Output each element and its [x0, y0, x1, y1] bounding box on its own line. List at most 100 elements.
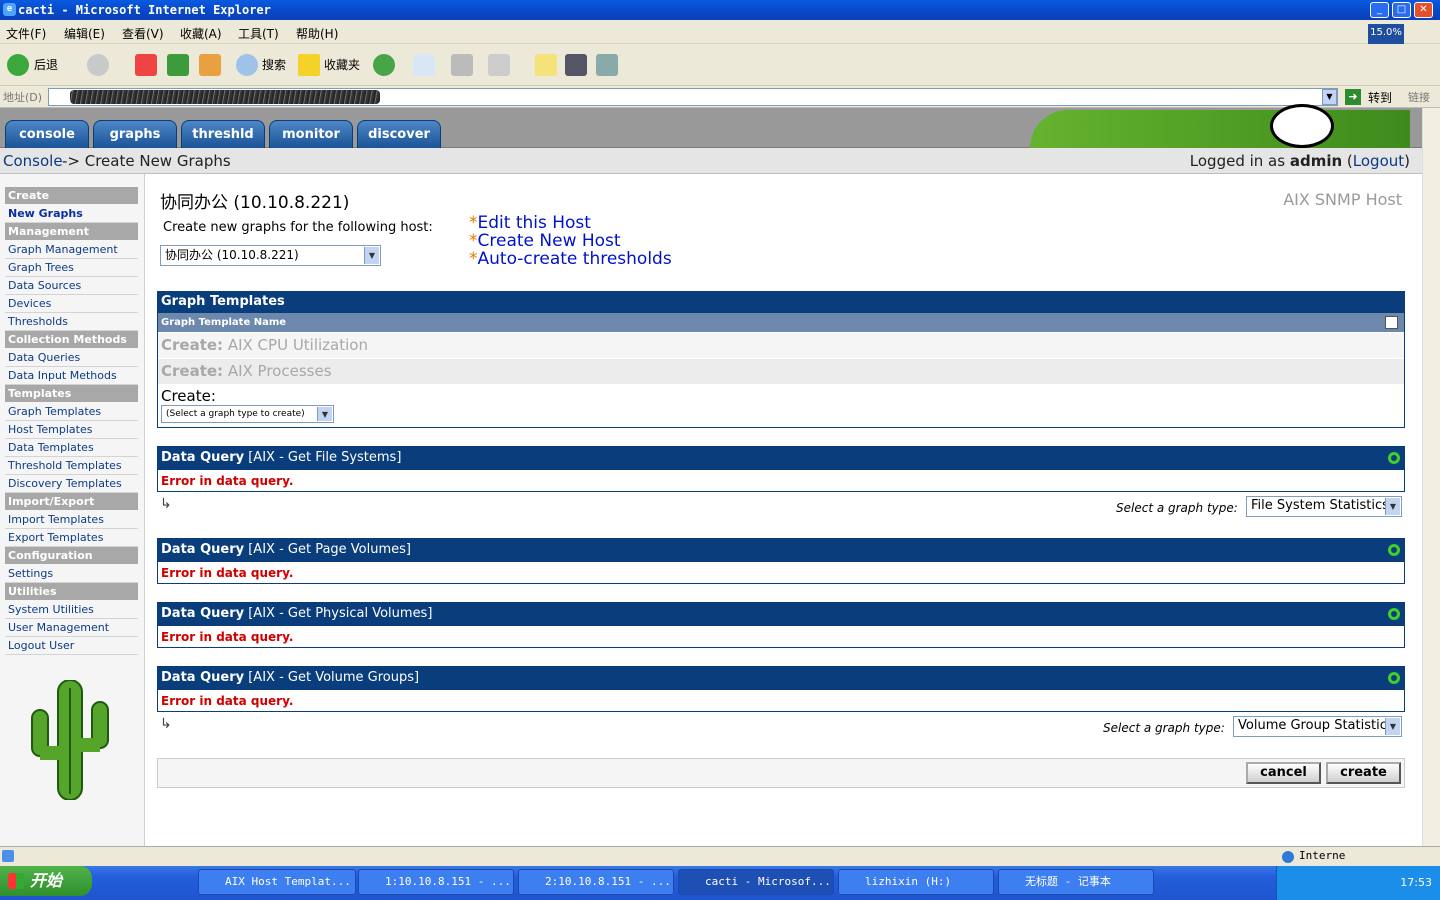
window-title: cacti - Microsoft Internet Explorer [18, 3, 271, 17]
tab-discover[interactable]: discover [357, 120, 441, 148]
notes-icon[interactable] [535, 54, 557, 76]
cancel-button[interactable]: cancel [1246, 762, 1321, 784]
sidebar-item-graph-management[interactable]: Graph Management [5, 241, 138, 259]
sidebar-item-data-sources[interactable]: Data Sources [5, 277, 138, 295]
graph-template-row: Create: AIX CPU Utilization [158, 333, 1404, 358]
auto-thresholds-link[interactable]: Auto-create thresholds [478, 249, 672, 269]
address-dropdown-arrow[interactable]: ▼ [1322, 89, 1337, 105]
sidebar-item-graph-trees[interactable]: Graph Trees [5, 259, 138, 277]
sidebar-item-new-graphs[interactable]: New Graphs [5, 205, 138, 223]
history-icon[interactable] [373, 54, 395, 76]
search-icon[interactable] [236, 54, 258, 76]
data-query-label: Data Query [161, 670, 245, 685]
host-select[interactable]: 协同办公 (10.10.8.221) ▼ [160, 245, 381, 266]
menu-help[interactable]: 帮助(H) [296, 25, 338, 42]
search-button[interactable]: 搜索 [262, 53, 286, 77]
tab-monitor[interactable]: monitor [269, 120, 353, 148]
data-query-error: Error in data query. [161, 630, 294, 644]
file-system-graph-type-select[interactable]: File System Statistics ▼ [1246, 496, 1402, 517]
menu-tools[interactable]: 工具(T) [238, 25, 279, 42]
sidebar-item-host-templates[interactable]: Host Templates [5, 421, 138, 439]
taskbar-task[interactable]: 1:10.10.8.151 - ... [358, 869, 514, 895]
taskbar-task[interactable]: AIX Host Templat... [198, 869, 356, 895]
graph-templates-column-header: Graph Template Name [158, 313, 1404, 332]
research-icon[interactable] [596, 54, 618, 76]
data-query-error: Error in data query. [161, 566, 294, 580]
data-query-label: Data Query [161, 542, 245, 557]
forward-icon[interactable] [87, 54, 109, 76]
edit-icon[interactable] [488, 54, 510, 76]
menu-file[interactable]: 文件(F) [6, 25, 46, 42]
sidebar-header-create: Create [5, 187, 138, 205]
select-all-checkbox[interactable] [1385, 316, 1398, 329]
sidebar-item-data-input-methods[interactable]: Data Input Methods [5, 367, 138, 385]
create-button[interactable]: create [1326, 762, 1401, 784]
windows-flag-icon [8, 873, 24, 889]
go-button[interactable]: 转到 [1368, 89, 1392, 106]
taskbar-task-active[interactable]: cacti - Microsof... [678, 869, 834, 895]
host-select-value: 协同办公 (10.10.8.221) [165, 248, 299, 262]
sidebar-item-data-templates[interactable]: Data Templates [5, 439, 138, 457]
row-name: AIX CPU Utilization [227, 336, 368, 354]
go-arrow-icon[interactable]: ➜ [1345, 89, 1361, 105]
sidebar-header-collection-methods: Collection Methods [5, 331, 138, 349]
home-icon[interactable] [199, 54, 221, 76]
data-query-header: Data Query [AIX - Get Physical Volumes] [157, 602, 1405, 626]
sidebar-item-devices[interactable]: Devices [5, 295, 138, 313]
sidebar-item-threshold-templates[interactable]: Threshold Templates [5, 457, 138, 475]
close-button[interactable]: ✕ [1414, 2, 1433, 18]
sidebar-header-management: Management [5, 223, 138, 241]
refresh-icon[interactable] [167, 54, 189, 76]
globe-icon [1282, 851, 1294, 863]
status-ring-icon [1388, 672, 1400, 684]
cacti-logo-banner [1030, 104, 1410, 148]
sidebar-item-data-queries[interactable]: Data Queries [5, 349, 138, 367]
links-label[interactable]: 链接 [1408, 89, 1430, 105]
sidebar-item-export-templates[interactable]: Export Templates [5, 529, 138, 547]
back-button[interactable]: 后退 [34, 53, 58, 77]
select-graph-type-label: Select a graph type: [1116, 501, 1238, 515]
menu-edit[interactable]: 编辑(E) [64, 25, 105, 42]
edit-host-link[interactable]: Edit this Host [478, 213, 591, 233]
sidebar-item-thresholds[interactable]: Thresholds [5, 313, 138, 331]
messenger-icon[interactable] [565, 54, 587, 76]
chevron-down-icon: ▼ [364, 247, 379, 264]
stop-icon[interactable] [135, 54, 157, 76]
taskbar-task[interactable]: 无标题 - 记事本 [998, 869, 1154, 895]
sidebar-item-logout-user[interactable]: Logout User [5, 637, 138, 655]
favorites-star-icon[interactable] [298, 54, 320, 76]
print-icon[interactable] [451, 54, 473, 76]
sidebar-item-graph-templates[interactable]: Graph Templates [5, 403, 138, 421]
return-arrow-icon: ↳ [160, 496, 172, 512]
sidebar-header-configuration: Configuration [5, 547, 138, 565]
back-icon[interactable] [7, 54, 29, 76]
sidebar-item-user-management[interactable]: User Management [5, 619, 138, 637]
graph-type-select[interactable]: (Select a graph type to create) ▼ [161, 405, 334, 423]
minimize-button[interactable]: _ [1370, 2, 1389, 18]
sidebar-item-system-utilities[interactable]: System Utilities [5, 601, 138, 619]
menu-view[interactable]: 查看(V) [122, 25, 164, 42]
taskbar-task[interactable]: 2:10.10.8.151 - ... [518, 869, 674, 895]
mail-icon[interactable] [413, 54, 435, 76]
sidebar-item-import-templates[interactable]: Import Templates [5, 511, 138, 529]
favorites-button[interactable]: 收藏夹 [324, 53, 360, 77]
login-user: admin [1289, 152, 1343, 170]
ie-icon: e [3, 3, 16, 16]
start-button[interactable]: 开始 [0, 866, 92, 896]
logout-link[interactable]: Logout [1353, 152, 1404, 170]
return-arrow-icon: ↳ [160, 716, 172, 732]
breadcrumb-console-link[interactable]: Console [3, 148, 63, 174]
create-host-link[interactable]: Create New Host [478, 231, 621, 251]
taskbar-task[interactable]: lizhixin (H:) [838, 869, 994, 895]
sidebar-item-settings[interactable]: Settings [5, 565, 138, 583]
data-query-name: [AIX - Get Page Volumes] [248, 542, 411, 557]
tab-threshld[interactable]: threshld [181, 120, 265, 148]
page-scrollbar[interactable] [1422, 108, 1440, 846]
graph-template-row: Create: AIX Processes [158, 359, 1404, 384]
tab-console[interactable]: console [5, 120, 89, 148]
maximize-button[interactable]: □ [1392, 2, 1411, 18]
tab-graphs[interactable]: graphs [93, 120, 177, 148]
volume-group-graph-type-select[interactable]: Volume Group Statistics ▼ [1233, 716, 1402, 737]
menu-favorites[interactable]: 收藏(A) [180, 25, 222, 42]
sidebar-item-discovery-templates[interactable]: Discovery Templates [5, 475, 138, 493]
